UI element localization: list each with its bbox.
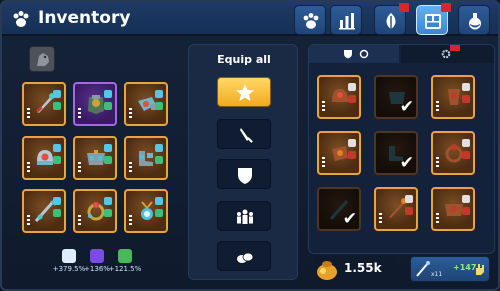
paw-icon	[13, 11, 29, 27]
tab-skills[interactable]	[374, 3, 409, 35]
eggs-icon	[237, 252, 254, 263]
equip-all-eggs-button[interactable]	[217, 241, 271, 271]
equip-all-star-button[interactable]	[217, 77, 271, 107]
equipped-slot[interactable]	[124, 82, 168, 126]
tab-inventory[interactable]	[416, 3, 451, 35]
notification-badge	[441, 3, 451, 12]
bonus-sprout: +121.5%	[108, 249, 142, 273]
equip-all-armor-button[interactable]	[217, 159, 271, 189]
tab-stats[interactable]	[330, 5, 362, 35]
leaf-icon	[386, 13, 396, 29]
equipped-slot[interactable]	[22, 82, 66, 126]
chest-icon	[425, 14, 441, 29]
storage-slot[interactable]	[317, 131, 361, 175]
equipped-slot[interactable]	[22, 136, 66, 180]
potion-icon	[469, 13, 481, 30]
crowd-icon	[237, 209, 253, 224]
equipped-check-icon: ✔	[399, 97, 414, 117]
coin-counter: 1.55k	[314, 256, 394, 282]
pet-portrait-button[interactable]	[29, 46, 55, 72]
equip-all-team-button[interactable]	[217, 201, 271, 231]
storage-slot[interactable]: ✔	[374, 131, 418, 175]
pet-silhouette-icon	[37, 53, 49, 66]
equipped-check-icon: ✔	[399, 153, 414, 173]
equipped-slot[interactable]	[73, 136, 117, 180]
shield-icon	[62, 249, 76, 263]
equip-all-weapons-button[interactable]	[217, 119, 271, 149]
storage-slot[interactable]: ✔	[374, 75, 418, 119]
storage-slot[interactable]	[431, 75, 475, 119]
equip-panel: Equip all	[188, 44, 298, 280]
equipped-slot[interactable]	[22, 189, 66, 233]
equipped-slot[interactable]	[124, 189, 168, 233]
storage-slot[interactable]	[431, 131, 475, 175]
hand-icon	[476, 264, 484, 275]
coin-bag-icon	[317, 261, 337, 280]
window-title: Inventory	[38, 8, 131, 28]
top-bar: Inventory	[2, 2, 498, 36]
equipped-slot[interactable]	[73, 189, 117, 233]
tab-gear-filter[interactable]	[401, 45, 494, 63]
orb-counter[interactable]: x11 +147	[410, 256, 490, 282]
equip-all-title: Equip all	[217, 53, 271, 66]
notification-badge	[450, 45, 460, 51]
paw-icon	[303, 13, 319, 29]
sword-icon	[240, 128, 253, 143]
shield-icon	[238, 168, 252, 184]
bars-icon	[339, 13, 355, 30]
equipped-slot[interactable]	[73, 82, 117, 126]
pet-icon	[90, 249, 104, 263]
orb-count: x11	[431, 271, 443, 278]
shield-icon	[344, 50, 352, 59]
storage-slot[interactable]	[374, 187, 418, 231]
tab-equipment-filter[interactable]	[309, 45, 399, 63]
storage-slot[interactable]	[317, 75, 361, 119]
star-icon	[236, 84, 254, 101]
equipped-slot[interactable]	[124, 136, 168, 180]
equipped-check-icon: ✔	[342, 209, 357, 229]
wand-icon	[416, 261, 430, 277]
tab-potions[interactable]	[458, 5, 490, 35]
refresh-icon	[359, 49, 369, 59]
sprout-icon	[118, 249, 132, 263]
notification-badge	[399, 3, 409, 12]
storage-slot[interactable]	[431, 187, 475, 231]
tab-pets[interactable]	[294, 5, 326, 35]
coin-value: 1.55k	[344, 261, 382, 275]
storage-slot[interactable]: ✔	[317, 187, 361, 231]
